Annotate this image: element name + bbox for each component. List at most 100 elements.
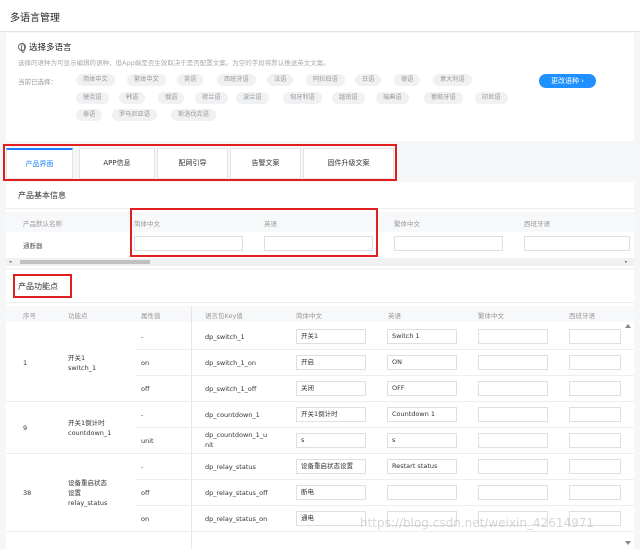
spanish-input[interactable] (569, 459, 621, 474)
english-input[interactable]: Restart status (387, 459, 457, 474)
top-bar: 多语言管理 (0, 0, 640, 32)
attribute-value: unit (141, 437, 154, 445)
tab-bar: 产品界面 APP信息 配网引导 告警文案 固件升级文案 (0, 143, 640, 180)
column-header-simplified-chinese: 简体中文 (134, 220, 160, 228)
attribute-value: on (141, 515, 150, 523)
column-header-default-name: 产品默认名称 (23, 220, 62, 228)
traditional-chinese-input[interactable] (478, 459, 548, 474)
tab-network-guide[interactable]: 配网引导 (157, 148, 228, 179)
simplified-chinese-input[interactable]: 设备重启状态设置 (296, 459, 366, 474)
attribute-value: on (141, 359, 150, 367)
language-chip: 泰语 (76, 109, 103, 121)
attribute-value: off (141, 489, 150, 497)
spanish-input[interactable] (569, 433, 621, 448)
row-divider (6, 401, 634, 402)
tab-firmware-upgrade-text[interactable]: 固件升级文案 (303, 148, 394, 179)
language-chip: 印尼语 (475, 92, 508, 104)
row-divider (135, 427, 634, 428)
tab-alarm-text[interactable]: 告警文案 (230, 148, 301, 179)
english-input[interactable]: s (387, 433, 457, 448)
column-header-traditional-chinese: 繁体中文 (478, 312, 504, 320)
traditional-chinese-input[interactable] (478, 381, 548, 396)
simplified-chinese-input[interactable]: 开关1 (296, 329, 366, 344)
function-points-title: 产品功能点 (18, 282, 58, 291)
basic-traditional-chinese-input[interactable] (394, 236, 503, 251)
traditional-chinese-input[interactable] (478, 355, 548, 370)
language-key: dp_countdown_1_u nit (205, 431, 268, 449)
language-chip: 德语 (394, 74, 421, 86)
row-divider (135, 375, 634, 376)
column-header-english: 英语 (264, 220, 277, 228)
function-name: 开关1 switch_1 (68, 354, 97, 372)
function-number: 9 (23, 424, 28, 432)
language-key: dp_switch_1 (205, 333, 245, 341)
language-chip: 俄语 (158, 92, 185, 104)
language-chip: 瑞典语 (376, 92, 409, 104)
language-chip: 越南语 (332, 92, 365, 104)
basic-english-input[interactable] (264, 236, 373, 251)
column-header-traditional-chinese: 繁体中文 (394, 220, 420, 228)
function-number: 38 (23, 489, 32, 497)
traditional-chinese-input[interactable] (478, 433, 548, 448)
divider (6, 302, 634, 303)
language-chip: 西班牙语 (217, 74, 256, 86)
scroll-right-icon[interactable]: ▸ (625, 259, 628, 265)
simplified-chinese-input[interactable]: 断电 (296, 485, 366, 500)
english-input[interactable]: OFF (387, 381, 457, 396)
language-chip: 罗马尼亚语 (112, 109, 157, 121)
language-select-label: 选择多语言 (29, 43, 72, 53)
spanish-input[interactable] (569, 355, 621, 370)
traditional-chinese-input[interactable] (478, 485, 548, 500)
basic-spanish-input[interactable] (524, 236, 630, 251)
current-selected-label: 当前已选择： (18, 78, 57, 86)
basic-simplified-chinese-input[interactable] (134, 236, 243, 251)
column-header-function: 功能点 (68, 312, 88, 320)
language-chip: 意大利语 (433, 74, 472, 86)
vertical-scrollbar[interactable] (624, 322, 632, 547)
simplified-chinese-input[interactable]: 关闭 (296, 381, 366, 396)
scroll-left-icon[interactable]: ◂ (9, 259, 12, 265)
language-chip: 法语 (267, 74, 294, 86)
english-input[interactable] (387, 485, 457, 500)
english-input[interactable]: Switch 1 (387, 329, 457, 344)
attribute-value: - (141, 411, 144, 419)
column-header-english: 英语 (388, 312, 401, 320)
function-name: 设备重启状态 设置 relay_status (68, 479, 108, 507)
english-input[interactable]: ON (387, 355, 457, 370)
basic-info-table-header: 产品默认名称 简体中文 英语 繁体中文 西班牙语 (6, 212, 634, 232)
simplified-chinese-input[interactable]: 通电 (296, 511, 366, 526)
spanish-input[interactable] (569, 329, 621, 344)
spanish-input[interactable] (569, 381, 621, 396)
traditional-chinese-input[interactable] (478, 329, 548, 344)
english-input[interactable]: Countdown 1 (387, 407, 457, 422)
language-chip: 繁体中文 (127, 74, 166, 86)
traditional-chinese-input[interactable] (478, 407, 548, 422)
function-number: 1 (23, 359, 28, 367)
function-points-section: 产品功能点 序号 功能点 属性值 语言包Key值 简体中文 英语 繁体中文 西班… (6, 270, 634, 549)
change-language-button[interactable]: 更改语种 › (539, 74, 596, 88)
language-chip: 匈牙利语 (283, 92, 322, 104)
column-header-attribute: 属性值 (141, 312, 161, 320)
language-key: dp_switch_1_off (205, 385, 257, 393)
basic-info-title: 产品基本信息 (18, 191, 66, 200)
column-header-simplified-chinese: 简体中文 (296, 312, 322, 320)
language-chip: 日语 (355, 74, 382, 86)
language-chip: 斯洛伐克语 (171, 109, 216, 121)
scrollbar-thumb[interactable] (20, 260, 150, 264)
attribute-value: off (141, 385, 150, 393)
spanish-input[interactable] (569, 407, 621, 422)
page: 多语言管理 选择多语言 选择的语种为可显示编辑的语种，但App端是否生效取决于是… (0, 0, 640, 549)
simplified-chinese-input[interactable]: s (296, 433, 366, 448)
horizontal-scrollbar[interactable]: ◂ ▸ (6, 258, 634, 266)
page-title: 多语言管理 (10, 13, 60, 24)
tab-product-ui[interactable]: 产品界面 (6, 148, 73, 179)
simplified-chinese-input[interactable]: 开启 (296, 355, 366, 370)
language-key: dp_relay_status (205, 463, 256, 471)
simplified-chinese-input[interactable]: 开关1倒计时 (296, 407, 366, 422)
tab-app-info[interactable]: APP信息 (79, 148, 155, 179)
language-chip: 波兰语 (236, 92, 269, 104)
spanish-input[interactable] (569, 485, 621, 500)
row-divider (6, 531, 634, 532)
default-name-value: 通断器 (23, 242, 43, 250)
language-key: dp_relay_status_on (205, 515, 268, 523)
